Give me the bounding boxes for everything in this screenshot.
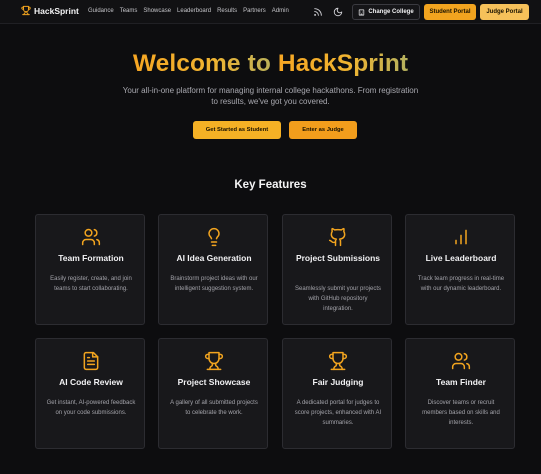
feature-description: Easily register, create, and join teams … xyxy=(50,276,132,292)
feature-title: Fair Judging xyxy=(312,377,364,387)
feature-title: Project Showcase xyxy=(177,377,251,387)
hero-title: Welcome to HackSprint xyxy=(0,50,541,78)
feature-card-ai-code-review: AI Code Review Get instant, AI-powered f… xyxy=(35,338,145,449)
feature-description: Track team progress in real-time with ou… xyxy=(417,276,505,292)
github-icon xyxy=(328,227,348,247)
building-icon xyxy=(359,9,365,15)
users-icon xyxy=(451,351,471,371)
trophy-icon xyxy=(204,351,224,371)
feature-title: AI Idea Generation xyxy=(176,253,252,263)
student-portal-button[interactable]: Student Portal xyxy=(424,4,476,20)
feature-title: AI Code Review xyxy=(59,377,123,387)
feature-card-fair-judging: Fair Judging A dedicated portal for judg… xyxy=(282,338,392,449)
hero-title-brand: HackSprint xyxy=(277,50,409,77)
feature-title: Live Leaderboard xyxy=(425,253,497,263)
lightbulb-icon xyxy=(204,227,224,247)
nav-link-showcase[interactable]: Showcase xyxy=(143,8,171,14)
get-started-student-button[interactable]: Get Started as Student xyxy=(193,121,281,139)
change-college-button[interactable]: Change College xyxy=(352,4,420,20)
brand-logo[interactable]: HackSprint xyxy=(21,5,79,16)
feature-title: Team Formation xyxy=(58,253,124,263)
feature-card-project-showcase: Project Showcase A gallery of all submit… xyxy=(158,338,268,449)
feature-description: Seamlessly submit your projects with Git… xyxy=(294,286,382,312)
nav-link-results[interactable]: Results xyxy=(217,8,237,14)
feature-card-ai-idea-generation: AI Idea Generation Brainstorm project id… xyxy=(158,214,268,325)
enter-as-judge-button[interactable]: Enter as Judge xyxy=(289,121,357,139)
feature-card-project-submissions: Project Submissions Seamlessly submit yo… xyxy=(282,214,392,325)
feature-card-team-formation: Team Formation Easily register, create, … xyxy=(35,214,145,325)
feature-card-team-finder: Team Finder Discover teams or recruit me… xyxy=(405,338,515,449)
bar-chart-icon xyxy=(451,227,471,247)
feature-description: Brainstorm project ideas with our intell… xyxy=(170,276,258,292)
trophy-icon xyxy=(328,351,348,371)
feature-card-live-leaderboard: Live Leaderboard Track team progress in … xyxy=(405,214,515,325)
nav-link-teams[interactable]: Teams xyxy=(120,8,138,14)
key-features-heading: Key Features xyxy=(234,179,307,191)
judge-portal-button[interactable]: Judge Portal xyxy=(480,4,529,20)
trophy-icon xyxy=(21,5,31,16)
nav-link-leaderboard[interactable]: Leaderboard xyxy=(177,8,211,14)
change-college-label: Change College xyxy=(368,9,414,15)
hero-subtitle: Your all-in-one platform for managing in… xyxy=(122,86,419,106)
nav-link-admin[interactable]: Admin xyxy=(272,8,289,14)
feature-description: Get instant, AI-powered feedback on your… xyxy=(46,400,136,416)
feature-title: Project Submissions xyxy=(295,253,381,263)
top-navbar: HackSprint Guidance Teams Showcase Leade… xyxy=(0,0,541,24)
file-code-icon xyxy=(81,351,101,371)
rss-icon[interactable] xyxy=(313,7,323,17)
moon-icon[interactable] xyxy=(333,7,343,17)
hero-title-prefix: Welcome to xyxy=(132,50,278,77)
feature-description: A dedicated portal for judges to score p… xyxy=(294,400,382,426)
feature-description: Discover teams or recruit members based … xyxy=(422,400,500,426)
nav-links: Guidance Teams Showcase Leaderboard Resu… xyxy=(88,8,289,14)
brand-name: HackSprint xyxy=(34,5,79,16)
users-icon xyxy=(81,227,101,247)
nav-link-partners[interactable]: Partners xyxy=(243,8,266,14)
nav-link-guidance[interactable]: Guidance xyxy=(88,8,114,14)
feature-description: A gallery of all submitted projects to c… xyxy=(170,400,258,416)
feature-title: Team Finder xyxy=(436,377,486,387)
